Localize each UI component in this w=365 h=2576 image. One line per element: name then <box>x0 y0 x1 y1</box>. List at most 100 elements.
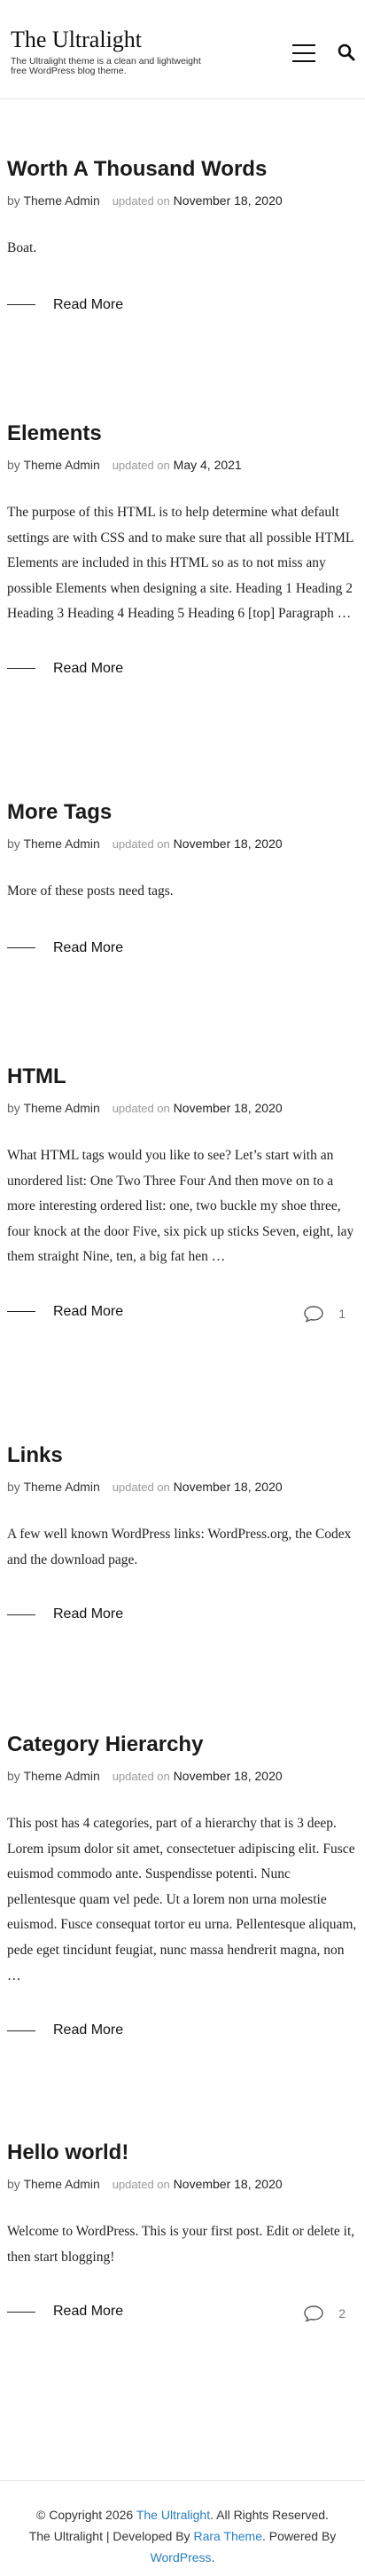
post-article: Worth A Thousand Words by Theme Admin up… <box>7 156 358 318</box>
comment-count: 1 <box>338 1306 346 1321</box>
wordpress-link[interactable]: WordPress <box>151 2550 212 2564</box>
post-excerpt: Boat. <box>7 240 37 255</box>
comment-icon <box>304 1306 323 1323</box>
read-more-line <box>7 1614 35 1615</box>
post-footer: Read More <box>7 940 358 962</box>
rights-text: . All Rights Reserved. <box>210 2508 329 2522</box>
read-more-button[interactable]: Read More <box>7 940 358 956</box>
post-footer: Read More <box>7 297 358 318</box>
post-footer: Read More 2 <box>7 2304 358 2325</box>
post-meta: by Theme Admin updated on November 18, 2… <box>7 192 358 209</box>
post-article: Links by Theme Admin updated on November… <box>7 1442 358 1628</box>
meta-updated-label: updated on <box>112 194 170 208</box>
meta-by-label: by <box>7 2177 20 2191</box>
post-excerpt: A few well known WordPress links: WordPr… <box>7 1527 352 1567</box>
post-title[interactable]: Links <box>7 1442 358 1469</box>
post-date[interactable]: November 18, 2020 <box>174 1480 283 1494</box>
post-author[interactable]: Theme Admin <box>23 1101 99 1115</box>
post-excerpt: The purpose of this HTML is to help dete… <box>7 505 353 622</box>
post-author[interactable]: Theme Admin <box>23 836 99 851</box>
post-date[interactable]: November 18, 2020 <box>174 1101 283 1115</box>
meta-updated-label: updated on <box>112 1770 170 1783</box>
post-meta: by Theme Admin updated on November 18, 2… <box>7 1100 358 1117</box>
post-excerpt: Welcome to WordPress. This is your first… <box>7 2224 355 2265</box>
meta-updated-label: updated on <box>112 459 170 472</box>
developer-line: The Ultralight | Developed By Rara Theme… <box>0 2525 365 2547</box>
post-author[interactable]: Theme Admin <box>23 2177 99 2191</box>
post-title[interactable]: HTML <box>7 1064 358 1090</box>
copyright-line: © Copyright 2026 The Ultralight. All Rig… <box>0 2504 365 2525</box>
read-more-label: Read More <box>53 2022 124 2038</box>
post-article: HTML by Theme Admin updated on November … <box>7 1064 358 1325</box>
read-more-line <box>7 2030 35 2031</box>
read-more-label: Read More <box>53 1606 124 1622</box>
post-excerpt: This post has 4 categories, part of a hi… <box>7 1816 357 1983</box>
comment-count: 2 <box>338 2306 346 2321</box>
post-title[interactable]: Hello world! <box>7 2140 358 2166</box>
post-meta: by Theme Admin updated on November 18, 2… <box>7 2176 358 2193</box>
search-icon[interactable] <box>337 43 356 62</box>
read-more-button[interactable]: Read More <box>7 297 358 313</box>
read-more-label: Read More <box>53 2304 124 2320</box>
comments-link[interactable]: 1 <box>303 1305 346 1323</box>
rara-theme-link[interactable]: Rara Theme <box>193 2529 262 2543</box>
post-title[interactable]: More Tags <box>7 799 358 826</box>
post-title[interactable]: Worth A Thousand Words <box>7 156 358 183</box>
meta-updated-label: updated on <box>112 837 170 851</box>
post-author[interactable]: Theme Admin <box>23 1769 99 1783</box>
meta-updated-label: updated on <box>112 1480 170 1494</box>
post-meta: by Theme Admin updated on May 4, 2021 <box>7 457 358 474</box>
post-article: Hello world! by Theme Admin updated on N… <box>7 2140 358 2325</box>
meta-by-label: by <box>7 1480 20 1494</box>
post-author[interactable]: Theme Admin <box>23 458 99 472</box>
post-author[interactable]: Theme Admin <box>23 193 99 208</box>
read-more-label: Read More <box>53 939 124 955</box>
post-footer: Read More 1 <box>7 1304 358 1325</box>
post-meta: by Theme Admin updated on November 18, 2… <box>7 836 358 852</box>
meta-updated-label: updated on <box>112 1102 170 1115</box>
meta-by-label: by <box>7 836 20 851</box>
meta-updated-label: updated on <box>112 2178 170 2191</box>
post-excerpt: More of these posts need tags. <box>7 884 174 899</box>
comment-icon <box>304 2305 323 2322</box>
post-footer: Read More <box>7 1606 358 1628</box>
post-author[interactable]: Theme Admin <box>23 1480 99 1494</box>
read-more-line <box>7 668 35 670</box>
comments-link[interactable]: 2 <box>303 2305 346 2322</box>
site-header: The Ultralight The Ultralight theme is a… <box>0 0 365 99</box>
copyright-text: © Copyright 2026 <box>36 2508 134 2522</box>
meta-by-label: by <box>7 458 20 472</box>
post-date[interactable]: November 18, 2020 <box>174 193 283 208</box>
post-title[interactable]: Category Hierarchy <box>7 1732 358 1758</box>
menu-icon[interactable] <box>292 44 315 62</box>
read-more-label: Read More <box>53 1303 124 1319</box>
read-more-line <box>7 304 35 306</box>
site-home-link[interactable]: The Ultralight <box>136 2508 210 2522</box>
meta-by-label: by <box>7 1769 20 1783</box>
post-article: More Tags by Theme Admin updated on Nove… <box>7 799 358 962</box>
post-date[interactable]: November 18, 2020 <box>174 1769 283 1783</box>
read-more-button[interactable]: Read More <box>7 2022 358 2038</box>
post-date[interactable]: November 18, 2020 <box>174 2177 283 2191</box>
meta-by-label: by <box>7 193 20 208</box>
read-more-line <box>7 2311 35 2313</box>
meta-by-label: by <box>7 1101 20 1115</box>
read-more-label: Read More <box>53 296 124 312</box>
post-title[interactable]: Elements <box>7 420 358 447</box>
post-date[interactable]: November 18, 2020 <box>174 836 283 851</box>
read-more-label: Read More <box>53 660 124 676</box>
post-article: Elements by Theme Admin updated on May 4… <box>7 420 358 682</box>
read-more-line <box>7 947 35 949</box>
site-description: The Ultralight theme is a clean and ligh… <box>11 56 201 76</box>
powered-end: . <box>211 2550 215 2564</box>
read-more-button[interactable]: Read More <box>7 661 358 677</box>
read-more-button[interactable]: Read More <box>7 1606 358 1622</box>
post-footer: Read More <box>7 661 358 682</box>
site-footer: © Copyright 2026 The Ultralight. All Rig… <box>0 2480 365 2576</box>
powered-line: WordPress. <box>0 2547 365 2568</box>
post-excerpt: What HTML tags would you like to see? Le… <box>7 1148 354 1265</box>
developer-text: The Ultralight | Developed By <box>28 2529 190 2543</box>
post-article: Category Hierarchy by Theme Admin update… <box>7 1732 358 2044</box>
post-date[interactable]: May 4, 2021 <box>174 458 242 472</box>
post-meta: by Theme Admin updated on November 18, 2… <box>7 1768 358 1785</box>
